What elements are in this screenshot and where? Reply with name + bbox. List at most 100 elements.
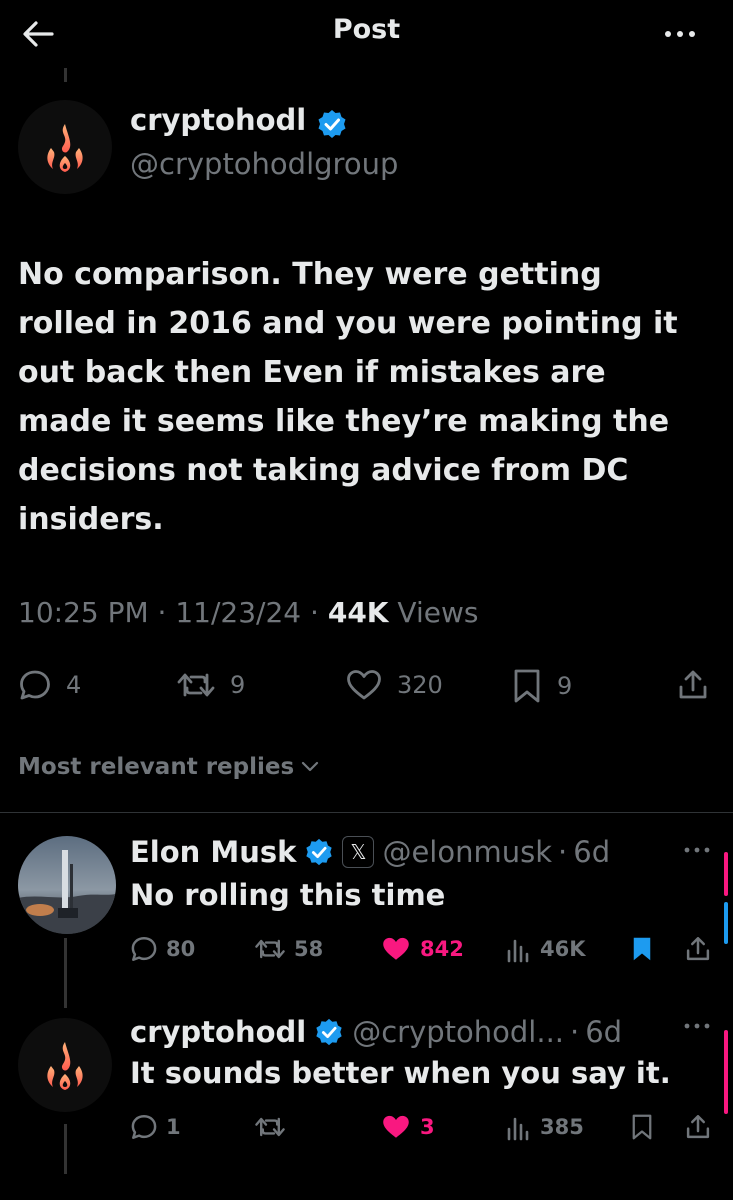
views-button[interactable]: 46K xyxy=(506,935,586,963)
reply-count: 1 xyxy=(166,1115,181,1139)
thread-connector xyxy=(64,1124,67,1174)
bookmark-button[interactable] xyxy=(630,1112,662,1142)
reply-time: 6d xyxy=(573,835,611,869)
share-button[interactable] xyxy=(684,935,720,963)
share-button[interactable] xyxy=(684,1113,720,1141)
meta-separator: · xyxy=(570,1015,580,1049)
meta-separator: · xyxy=(310,596,319,629)
sort-replies-dropdown[interactable]: Most relevant replies xyxy=(18,754,320,780)
like-count: 320 xyxy=(397,671,443,699)
reply-author-handle[interactable]: @cryptohodl... xyxy=(352,1015,564,1049)
post-text-line: rolled in 2016 and you were pointing it xyxy=(18,306,678,341)
scroll-marker xyxy=(724,1030,728,1114)
repost-icon xyxy=(255,1117,285,1137)
reply-author-name[interactable]: cryptohodl xyxy=(130,1015,306,1049)
share-button[interactable] xyxy=(676,668,724,702)
divider xyxy=(0,812,733,813)
avatar[interactable] xyxy=(18,100,112,194)
repost-count: 9 xyxy=(230,671,246,699)
post-time: 10:25 PM xyxy=(18,596,149,629)
repost-button[interactable]: 9 xyxy=(176,668,245,702)
reply-header: cryptohodl @cryptohodl... · 6d xyxy=(130,1010,622,1054)
thread-connector xyxy=(64,938,67,1008)
flame-logo-icon xyxy=(47,124,83,172)
reply-text: No rolling this time xyxy=(130,878,446,912)
like-button[interactable]: 3 xyxy=(380,1113,435,1141)
bookmark-count: 9 xyxy=(557,672,573,700)
heart-filled-icon xyxy=(383,1115,409,1138)
like-count: 842 xyxy=(420,937,464,961)
reply-header: Elon Musk 𝕏 @elonmusk · 6d xyxy=(130,830,610,874)
author-handle[interactable]: @cryptohodlgroup xyxy=(130,147,398,181)
verified-badge-icon xyxy=(306,838,333,866)
reply-text: It sounds better when you say it. xyxy=(130,1056,671,1090)
x-affiliate-badge: 𝕏 xyxy=(342,836,375,868)
more-button[interactable] xyxy=(660,14,700,54)
reply-button[interactable]: 80 xyxy=(130,935,195,963)
reply-more-button[interactable] xyxy=(682,844,712,856)
post-date: 11/23/24 xyxy=(175,596,302,629)
post-text-line: No comparison. They were getting xyxy=(18,257,602,292)
page-title: Post xyxy=(332,14,401,45)
post-text-line: made it seems like they’re making the xyxy=(18,404,670,439)
author-name[interactable]: cryptohodl xyxy=(130,103,306,137)
thread-connector xyxy=(64,68,67,82)
verified-badge-icon xyxy=(316,1018,342,1046)
repost-button[interactable]: 58 xyxy=(254,935,323,963)
reply-button[interactable]: 4 xyxy=(18,668,81,702)
share-icon xyxy=(686,1115,710,1139)
analytics-icon xyxy=(507,1117,529,1141)
scroll-marker xyxy=(724,902,728,944)
views-count[interactable]: 44K xyxy=(328,596,389,629)
chevron-down-icon xyxy=(302,761,319,772)
post-text-line: decisions not taking advice from DC xyxy=(18,453,629,488)
reply-button[interactable]: 1 xyxy=(130,1113,181,1141)
reply-count: 80 xyxy=(166,937,196,961)
post-meta: 10:25 PM · 11/23/24 · 44K Views xyxy=(18,596,478,629)
reply-icon xyxy=(20,670,50,700)
like-button[interactable]: 320 xyxy=(345,668,443,702)
avatar[interactable] xyxy=(18,1018,112,1112)
verified-badge-icon xyxy=(316,108,348,140)
post-text-line: out back then Even if mistakes are xyxy=(18,355,606,390)
meta-separator: · xyxy=(157,596,167,629)
bookmark-button[interactable]: 9 xyxy=(511,668,572,704)
views-label: Views xyxy=(397,596,479,629)
reply-count: 4 xyxy=(66,671,82,699)
reply-icon xyxy=(131,937,157,961)
repost-icon xyxy=(255,939,285,959)
post-text-line: insiders. xyxy=(18,502,164,537)
post-text: No comparison. They were getting rolled … xyxy=(18,250,718,544)
avatar[interactable] xyxy=(18,836,116,934)
share-icon xyxy=(686,937,710,961)
heart-filled-icon xyxy=(383,937,409,960)
flame-logo-icon xyxy=(47,1042,83,1090)
bookmark-button[interactable] xyxy=(630,934,662,964)
bookmark-icon xyxy=(632,1114,652,1140)
analytics-icon xyxy=(507,939,529,963)
like-count: 3 xyxy=(420,1115,435,1139)
views-count: 46K xyxy=(540,937,586,961)
heart-icon xyxy=(347,670,381,700)
repost-count: 58 xyxy=(294,937,324,961)
reply-icon xyxy=(131,1115,157,1139)
reply-more-button[interactable] xyxy=(682,1020,712,1032)
reply-author-name[interactable]: Elon Musk xyxy=(130,835,296,869)
like-button[interactable]: 842 xyxy=(380,935,464,963)
bookmark-icon xyxy=(514,669,540,703)
bookmark-filled-icon xyxy=(633,937,651,961)
repost-button[interactable] xyxy=(254,1113,294,1141)
reply-author-handle[interactable]: @elonmusk xyxy=(382,835,552,869)
sort-label: Most relevant replies xyxy=(18,754,295,780)
more-horizontal-icon xyxy=(684,847,710,853)
views-count: 385 xyxy=(540,1115,584,1139)
meta-separator: · xyxy=(558,835,568,869)
scroll-marker xyxy=(724,852,728,896)
repost-icon xyxy=(177,673,215,697)
rocket-photo-icon xyxy=(18,836,116,934)
more-horizontal-icon xyxy=(684,1023,710,1029)
more-horizontal-icon xyxy=(665,31,695,37)
views-button[interactable]: 385 xyxy=(506,1113,584,1141)
share-icon xyxy=(679,670,707,699)
reply-time: 6d xyxy=(585,1015,623,1049)
